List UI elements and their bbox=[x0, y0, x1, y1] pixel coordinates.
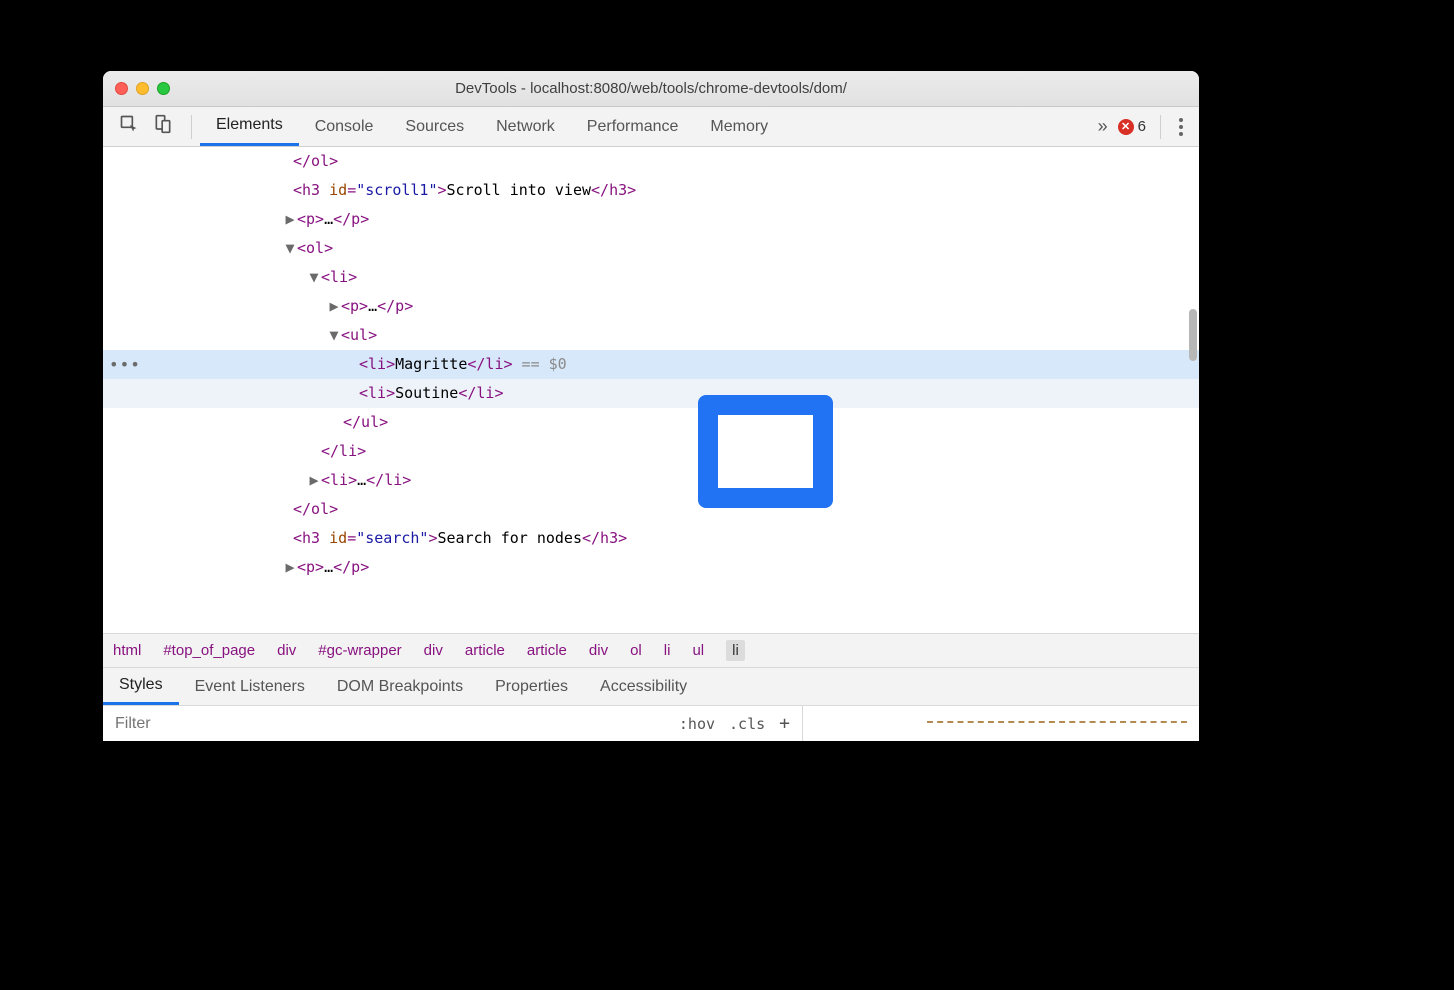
dom-tree-node[interactable]: ▼<ol> bbox=[103, 234, 1199, 263]
breadcrumb-item[interactable]: div bbox=[424, 642, 443, 659]
dom-tree-node[interactable]: ▶<p>…</p> bbox=[103, 553, 1199, 582]
dom-tree-node[interactable]: ▼<ul> bbox=[103, 321, 1199, 350]
subtab-dom-breakpoints[interactable]: DOM Breakpoints bbox=[321, 668, 479, 705]
styles-filter-row: :hov .cls + bbox=[103, 705, 1199, 741]
main-toolbar: ElementsConsoleSourcesNetworkPerformance… bbox=[103, 107, 1199, 147]
tab-console[interactable]: Console bbox=[299, 107, 390, 146]
tab-network[interactable]: Network bbox=[480, 107, 571, 146]
dom-tree-node[interactable]: <h3 id="scroll1">Scroll into view</h3> bbox=[103, 176, 1199, 205]
breadcrumb-item[interactable]: ul bbox=[692, 642, 704, 659]
breadcrumb-item[interactable]: article bbox=[465, 642, 505, 659]
window-maximize-button[interactable] bbox=[157, 82, 170, 95]
dom-tree-node[interactable]: </ol> bbox=[103, 147, 1199, 176]
expand-collapse-icon[interactable]: ▶ bbox=[307, 467, 321, 494]
expand-collapse-icon[interactable]: ▼ bbox=[307, 264, 321, 291]
elements-dom-tree[interactable]: ▶<li>…</li></ol><h3 id="scroll1">Scroll … bbox=[103, 147, 1199, 633]
expand-collapse-icon[interactable]: ▶ bbox=[283, 554, 297, 581]
tab-memory[interactable]: Memory bbox=[694, 107, 784, 146]
styles-subtabs: StylesEvent ListenersDOM BreakpointsProp… bbox=[103, 667, 1199, 705]
breadcrumb-item[interactable]: li bbox=[726, 640, 745, 661]
dom-tree-node[interactable]: <h3 id="search">Search for nodes</h3> bbox=[103, 524, 1199, 553]
breadcrumb-item[interactable]: article bbox=[527, 642, 567, 659]
dom-tree-node[interactable]: ▶<li>…</li> bbox=[103, 466, 1199, 495]
dom-tree-node[interactable]: ▶<p>…</p> bbox=[103, 205, 1199, 234]
breadcrumb-item[interactable]: li bbox=[664, 642, 671, 659]
box-model-preview bbox=[927, 721, 1187, 727]
error-count: 6 bbox=[1138, 118, 1146, 135]
dom-tree-node[interactable]: </ul> bbox=[103, 408, 1199, 437]
dom-tree-node[interactable]: ▼<li> bbox=[103, 263, 1199, 292]
dom-tree-node[interactable]: •••<li>Magritte</li> == $0 bbox=[103, 350, 1199, 379]
main-tabs: ElementsConsoleSourcesNetworkPerformance… bbox=[200, 107, 784, 146]
breadcrumb-item[interactable]: #top_of_page bbox=[163, 642, 255, 659]
expand-collapse-icon[interactable]: ▼ bbox=[283, 235, 297, 262]
breadcrumb-item[interactable]: #gc-wrapper bbox=[318, 642, 401, 659]
expand-collapse-icon[interactable]: ▶ bbox=[283, 206, 297, 233]
window-title: DevTools - localhost:8080/web/tools/chro… bbox=[103, 80, 1199, 97]
inspect-element-icon[interactable] bbox=[119, 114, 139, 139]
toggle-hov-button[interactable]: :hov bbox=[679, 715, 715, 733]
devtools-window: DevTools - localhost:8080/web/tools/chro… bbox=[103, 71, 1199, 741]
dom-tree-node[interactable]: </ol> bbox=[103, 495, 1199, 524]
subtab-properties[interactable]: Properties bbox=[479, 668, 584, 705]
breadcrumb-item[interactable]: ol bbox=[630, 642, 642, 659]
subtab-styles[interactable]: Styles bbox=[103, 668, 179, 705]
dom-tree-node[interactable]: <li>Soutine</li> bbox=[103, 379, 1199, 408]
settings-menu-icon[interactable] bbox=[1175, 114, 1187, 140]
expand-collapse-icon[interactable]: ▶ bbox=[327, 293, 341, 320]
styles-filter-input[interactable] bbox=[103, 706, 483, 741]
breadcrumb-item[interactable]: html bbox=[113, 642, 141, 659]
subtab-accessibility[interactable]: Accessibility bbox=[584, 668, 703, 705]
tab-performance[interactable]: Performance bbox=[571, 107, 695, 146]
dom-tree-node[interactable]: ▶<p>…</p> bbox=[103, 292, 1199, 321]
subtab-event-listeners[interactable]: Event Listeners bbox=[179, 668, 321, 705]
traffic-lights bbox=[103, 82, 170, 95]
dom-breadcrumbs: html #top_of_page div #gc-wrapper div article… bbox=[103, 633, 1199, 667]
breadcrumb-item[interactable]: div bbox=[589, 642, 608, 659]
device-toolbar-icon[interactable] bbox=[153, 114, 173, 139]
new-style-rule-button[interactable]: + bbox=[779, 713, 790, 734]
window-minimize-button[interactable] bbox=[136, 82, 149, 95]
titlebar: DevTools - localhost:8080/web/tools/chro… bbox=[103, 71, 1199, 107]
tab-elements[interactable]: Elements bbox=[200, 107, 299, 146]
breadcrumb-item[interactable]: div bbox=[277, 642, 296, 659]
vertical-scrollbar[interactable] bbox=[1189, 309, 1197, 361]
selected-node-indicator-icon: ••• bbox=[109, 351, 141, 380]
tab-sources[interactable]: Sources bbox=[389, 107, 480, 146]
error-counter[interactable]: ✕ 6 bbox=[1118, 118, 1146, 135]
toggle-cls-button[interactable]: .cls bbox=[729, 715, 765, 733]
dom-tree-node[interactable]: </li> bbox=[103, 437, 1199, 466]
error-icon: ✕ bbox=[1118, 119, 1134, 135]
more-tabs-icon[interactable]: » bbox=[1098, 116, 1108, 137]
expand-collapse-icon[interactable]: ▼ bbox=[327, 322, 341, 349]
window-close-button[interactable] bbox=[115, 82, 128, 95]
